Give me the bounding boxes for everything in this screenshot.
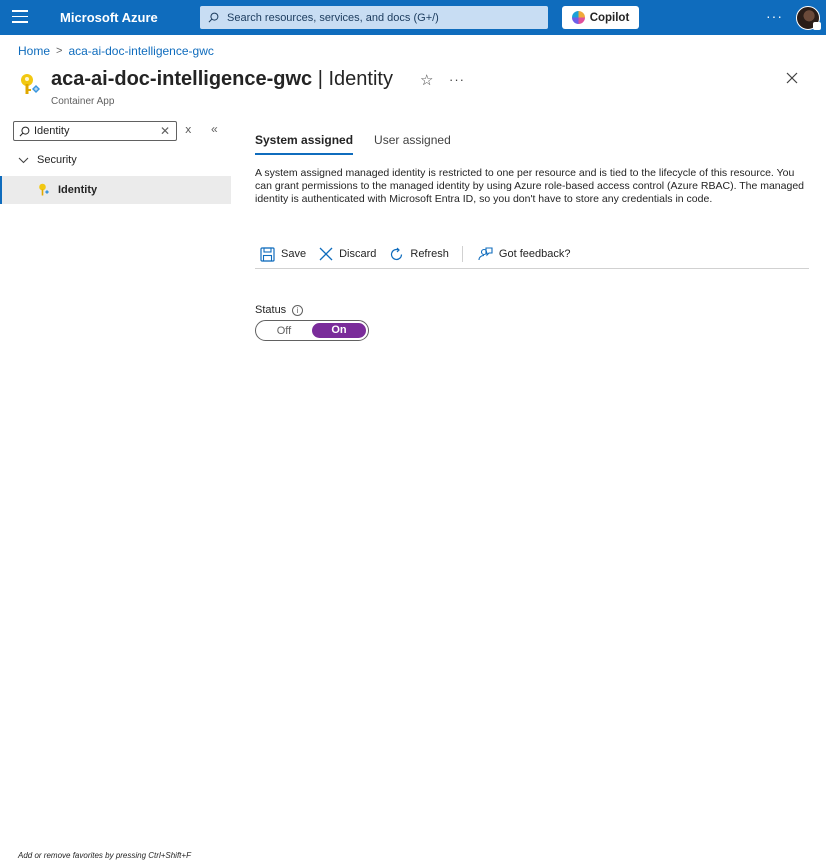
search-icon — [208, 12, 219, 23]
selection-indicator — [0, 176, 2, 204]
key-identity-icon — [21, 74, 40, 94]
page-title: aca-ai-doc-intelligence-gwc | Identity — [51, 68, 393, 91]
resource-name: aca-ai-doc-intelligence-gwc — [51, 68, 313, 90]
refresh-icon — [391, 247, 403, 260]
hamburger-menu-icon[interactable] — [12, 10, 28, 24]
breadcrumb: Home > aca-ai-doc-intelligence-gwc — [18, 44, 214, 58]
discard-button[interactable]: Discard — [319, 247, 376, 261]
title-separator: | — [317, 68, 323, 90]
collapse-nav-icon[interactable]: « — [211, 122, 218, 136]
feedback-label: Got feedback? — [498, 248, 571, 260]
nav-group-security[interactable]: Security — [18, 154, 77, 166]
command-bar: Save Discard Refresh Got feedback? — [260, 244, 583, 264]
top-bar: Microsoft Azure Search resources, servic… — [0, 0, 826, 35]
copilot-label: Copilot — [589, 11, 630, 24]
status-label-text: Status — [255, 304, 287, 316]
toolbar-divider — [461, 246, 463, 262]
favorite-star-icon[interactable]: ☆ — [420, 71, 433, 89]
nav-item-identity[interactable]: Identity — [0, 176, 231, 204]
breadcrumb-home-link[interactable]: Home — [18, 44, 50, 58]
tab-system-assigned[interactable]: System assigned — [255, 133, 354, 155]
status-off-option[interactable]: Off — [256, 325, 312, 337]
nav-search-field[interactable]: ✕ — [13, 121, 177, 141]
copilot-button[interactable]: Copilot — [562, 6, 639, 29]
favorites-hint: Add or remove favorites by pressing Ctrl… — [18, 851, 191, 860]
nav-search-input[interactable] — [34, 125, 154, 137]
search-placeholder: Search resources, services, and docs (G+… — [227, 11, 439, 24]
breadcrumb-separator-icon: > — [56, 45, 63, 57]
global-search-input[interactable]: Search resources, services, and docs (G+… — [200, 6, 548, 29]
search-icon — [19, 126, 30, 136]
refresh-label: Refresh — [410, 248, 449, 260]
tab-user-assigned[interactable]: User assigned — [374, 133, 451, 155]
nav-item-label: Identity — [58, 184, 98, 196]
title-more-icon[interactable]: ··· — [449, 72, 465, 87]
nav-group-label: Security — [37, 154, 77, 166]
save-icon — [260, 246, 275, 262]
filter-clear-icon[interactable]: ⅹ — [185, 123, 192, 136]
close-icon[interactable] — [786, 72, 798, 84]
key-icon — [39, 183, 49, 196]
portal-brand[interactable]: Microsoft Azure — [60, 10, 158, 25]
chevron-down-icon — [18, 157, 29, 163]
feedback-icon — [478, 246, 493, 260]
avatar-badge-icon — [813, 22, 821, 30]
save-button[interactable]: Save — [260, 246, 307, 262]
toolbar-divider-line — [255, 268, 809, 269]
description-text: A system assigned managed identity is re… — [255, 167, 805, 205]
status-on-option[interactable]: On — [312, 323, 366, 338]
copilot-icon — [571, 11, 585, 24]
discard-icon — [319, 247, 333, 261]
breadcrumb-resource-link[interactable]: aca-ai-doc-intelligence-gwc — [68, 44, 213, 58]
identity-tabs: System assigned User assigned — [255, 133, 472, 155]
save-label: Save — [281, 248, 307, 260]
discard-label: Discard — [339, 248, 377, 260]
resource-type: Container App — [51, 96, 115, 107]
feedback-button[interactable]: Got feedback? — [477, 246, 571, 262]
refresh-button[interactable]: Refresh — [389, 247, 449, 262]
clear-search-icon[interactable]: ✕ — [160, 124, 170, 138]
status-toggle[interactable]: Off On — [255, 320, 369, 341]
info-icon[interactable]: i — [292, 304, 304, 316]
status-label: Status i — [255, 304, 304, 316]
more-options-icon[interactable]: ··· — [766, 8, 783, 24]
page-name: Identity — [328, 68, 393, 90]
